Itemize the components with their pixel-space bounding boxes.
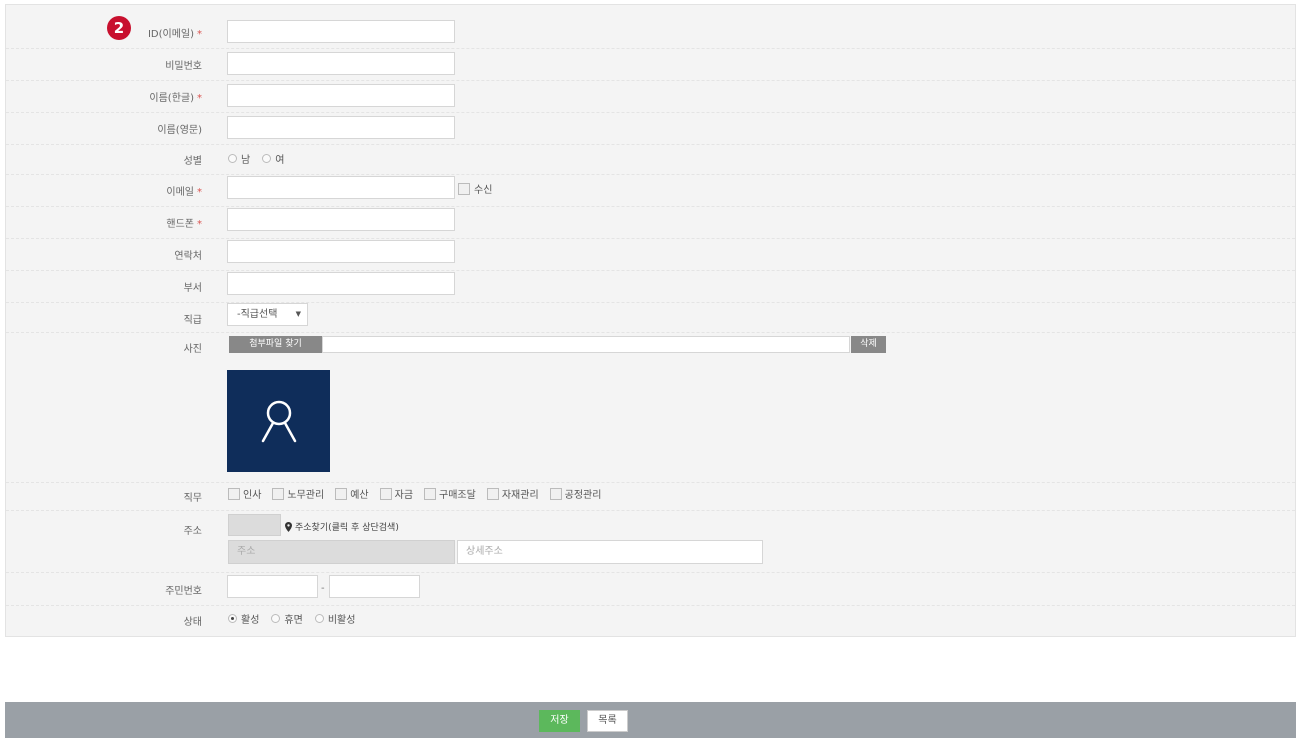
delete-file-button[interactable]: 삭제 bbox=[851, 336, 886, 353]
label-email-text: 이메일 bbox=[166, 187, 194, 198]
footer-bar bbox=[5, 702, 1296, 738]
status-dormant-label: 휴면 bbox=[284, 615, 303, 626]
required-mark: * bbox=[197, 29, 202, 40]
label-email: 이메일 * bbox=[82, 183, 202, 198]
address-detail-field[interactable]: 상세주소 bbox=[457, 540, 763, 564]
label-address: 주소 bbox=[183, 526, 202, 537]
row-duty: 직무 bbox=[6, 483, 1295, 511]
position-select[interactable]: -직급선택 ▼ bbox=[227, 303, 308, 326]
gender-male-label: 남 bbox=[241, 155, 251, 166]
duty-checkbox-process[interactable] bbox=[549, 487, 562, 500]
email-receive-label: 수신 bbox=[474, 185, 493, 196]
department-input[interactable] bbox=[227, 272, 455, 295]
duty-label-materials: 자재관리 bbox=[501, 490, 539, 501]
required-mark: * bbox=[197, 219, 202, 230]
email-input[interactable] bbox=[227, 176, 455, 199]
profile-photo bbox=[227, 370, 330, 472]
mobile-input[interactable] bbox=[227, 208, 455, 231]
gender-radio-group: 남 여 bbox=[228, 151, 284, 166]
duty-label-labor: 노무관리 bbox=[287, 490, 325, 501]
row-gender: 성별 bbox=[6, 145, 1295, 175]
row-resident-no: 주민번호 bbox=[6, 573, 1295, 606]
password-input[interactable] bbox=[227, 52, 455, 75]
name-en-input[interactable] bbox=[227, 116, 455, 139]
label-name-en: 이름(영문) bbox=[157, 125, 202, 136]
row-name-kr: 이름(한글) * bbox=[6, 81, 1295, 113]
duty-checkbox-materials[interactable] bbox=[486, 487, 499, 500]
label-name-kr-text: 이름(한글) bbox=[149, 93, 194, 104]
file-name-field[interactable] bbox=[322, 336, 850, 353]
duty-label-budget: 예산 bbox=[350, 490, 369, 501]
status-active-radio[interactable] bbox=[228, 614, 237, 623]
gender-female-label: 여 bbox=[275, 155, 285, 166]
label-mobile-text: 핸드폰 bbox=[166, 219, 194, 230]
save-button[interactable]: 저장 bbox=[539, 710, 580, 732]
chevron-down-icon: ▼ bbox=[295, 310, 301, 318]
find-address-label: 주소찾기(클릭 후 상단검색) bbox=[295, 523, 399, 533]
email-receive-group: 수신 bbox=[458, 181, 492, 196]
required-mark: * bbox=[197, 93, 202, 104]
duty-checkbox-budget[interactable] bbox=[335, 487, 348, 500]
address-field[interactable]: 주소 bbox=[228, 540, 455, 564]
gender-male-radio[interactable] bbox=[228, 154, 237, 163]
duty-checkbox-funds[interactable] bbox=[379, 487, 392, 500]
row-status: 상태 bbox=[6, 606, 1295, 636]
gender-female-radio[interactable] bbox=[262, 154, 272, 163]
label-name-kr: 이름(한글) * bbox=[82, 89, 202, 104]
label-position: 직급 bbox=[183, 315, 202, 326]
row-photo: 사진 bbox=[6, 333, 1295, 483]
duty-checkbox-procurement[interactable] bbox=[424, 487, 437, 500]
row-contact: 연락처 bbox=[6, 239, 1295, 271]
row-password: 비밀번호 bbox=[6, 49, 1295, 81]
label-resident-no: 주민번호 bbox=[165, 586, 202, 597]
row-department: 부서 bbox=[6, 271, 1295, 303]
label-mobile: 핸드폰 * bbox=[82, 215, 202, 230]
resident-no-front-input[interactable] bbox=[227, 575, 318, 598]
map-pin-icon bbox=[285, 521, 292, 532]
position-select-value: -직급선택 bbox=[237, 309, 278, 320]
duty-checkbox-group: 인사 노무관리 예산 자금 구매조달 자재관리 공정관리 bbox=[228, 486, 601, 501]
duty-label-funds: 자금 bbox=[394, 490, 414, 501]
resident-no-back-input[interactable] bbox=[329, 575, 420, 598]
name-kr-input[interactable] bbox=[227, 84, 455, 107]
list-button[interactable]: 목록 bbox=[587, 710, 628, 732]
label-duty: 직무 bbox=[183, 493, 202, 504]
duty-label-procurement: 구매조달 bbox=[439, 490, 476, 501]
status-inactive-radio[interactable] bbox=[314, 614, 324, 623]
row-mobile: 핸드폰 * bbox=[6, 207, 1295, 239]
id-input[interactable] bbox=[227, 20, 455, 43]
duty-checkbox-hr[interactable] bbox=[228, 487, 240, 500]
zipcode-field[interactable] bbox=[228, 514, 281, 536]
row-id: ID(이메일) * bbox=[6, 17, 1295, 49]
label-status: 상태 bbox=[183, 617, 202, 628]
attach-file-button[interactable]: 첨부파일 찾기 bbox=[229, 336, 322, 353]
duty-checkbox-labor[interactable] bbox=[272, 487, 285, 500]
duty-label-process: 공정관리 bbox=[564, 490, 602, 501]
contact-input[interactable] bbox=[227, 240, 455, 263]
label-id-text: ID(이메일) bbox=[147, 29, 194, 40]
row-name-en: 이름(영문) bbox=[6, 113, 1295, 145]
label-id: ID(이메일) * bbox=[82, 25, 202, 40]
row-position: 직급 bbox=[6, 303, 1295, 333]
required-mark: * bbox=[197, 187, 202, 198]
status-active-label: 활성 bbox=[241, 615, 260, 626]
email-receive-checkbox[interactable] bbox=[458, 182, 470, 195]
status-radio-group: 활성 휴면 비활성 bbox=[228, 611, 355, 626]
label-contact: 연락처 bbox=[174, 251, 202, 262]
status-inactive-label: 비활성 bbox=[327, 615, 356, 626]
status-dormant-radio[interactable] bbox=[271, 614, 281, 623]
user-icon bbox=[261, 400, 296, 443]
resident-no-separator: - bbox=[321, 583, 325, 594]
find-address-link[interactable]: 주소찾기(클릭 후 상단검색) bbox=[285, 520, 399, 533]
step-badge: 2 bbox=[107, 16, 131, 40]
label-photo: 사진 bbox=[183, 344, 202, 355]
label-gender: 성별 bbox=[183, 156, 202, 167]
label-department: 부서 bbox=[183, 283, 202, 294]
row-email: 이메일 * bbox=[6, 175, 1295, 207]
duty-label-hr: 인사 bbox=[243, 490, 262, 501]
label-password: 비밀번호 bbox=[165, 61, 202, 72]
